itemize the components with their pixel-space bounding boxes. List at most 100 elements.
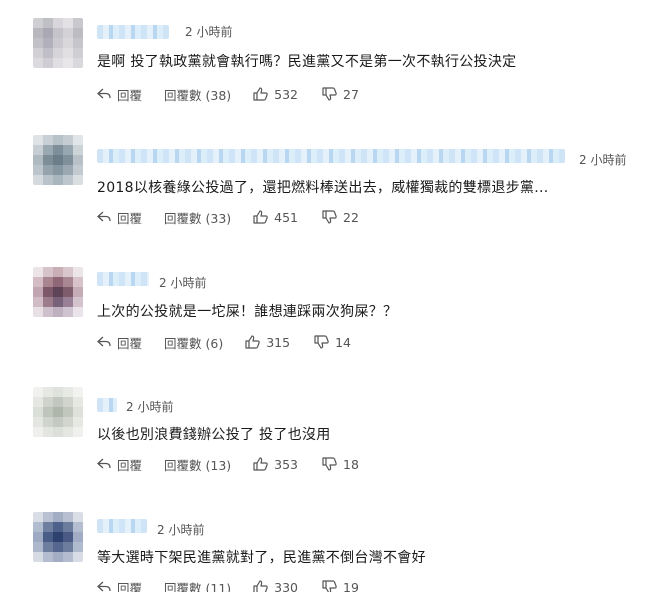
replies-count: 回覆數 (11) <box>164 580 232 592</box>
avatar-pixel <box>53 552 63 562</box>
avatar-pixel <box>43 427 53 437</box>
username-blurred[interactable] <box>97 272 149 286</box>
avatar-pixel <box>33 28 43 38</box>
view-replies-button[interactable]: 回覆數 (11) <box>164 578 231 592</box>
view-replies-button[interactable]: 回覆數 (6) <box>164 333 223 352</box>
avatar-pixel <box>43 28 53 38</box>
reply-button[interactable]: 回覆 <box>97 208 142 227</box>
reply-label: 回覆 <box>117 87 143 103</box>
avatar-pixel <box>33 427 43 437</box>
dislike-button[interactable]: 27 <box>322 87 359 102</box>
reply-button[interactable]: 回覆 <box>97 85 142 104</box>
avatar-pixel <box>53 512 63 522</box>
avatar-pixel <box>43 267 53 277</box>
username-blurred[interactable] <box>97 398 117 412</box>
avatar-pixel <box>53 297 63 307</box>
dislike-button[interactable]: 14 <box>314 335 351 350</box>
avatar-pixel <box>53 277 63 287</box>
view-replies-button[interactable]: 回覆數 (33) <box>164 208 231 227</box>
avatar-pixel <box>73 28 83 38</box>
avatar-pixel <box>43 417 53 427</box>
avatar-pixel <box>73 427 83 437</box>
avatar-pixel <box>73 135 83 145</box>
avatar-pixel <box>73 407 83 417</box>
avatar-pixel <box>43 165 53 175</box>
thumbs-down-icon <box>322 87 337 101</box>
avatar[interactable] <box>33 387 83 437</box>
view-replies-button[interactable]: 回覆數 (13) <box>164 455 231 474</box>
avatar-pixel <box>53 407 63 417</box>
avatar[interactable] <box>33 18 83 68</box>
username-blurred[interactable] <box>97 149 565 163</box>
like-button[interactable]: 330 <box>253 580 298 592</box>
reply-button[interactable]: 回覆 <box>97 333 142 352</box>
avatar-pixel <box>33 397 43 407</box>
avatar-pixel <box>43 297 53 307</box>
like-count: 330 <box>274 579 299 592</box>
avatar-pixel <box>53 165 63 175</box>
avatar-pixel <box>63 522 73 532</box>
dislike-button[interactable]: 18 <box>322 457 359 472</box>
avatar-pixel <box>33 542 43 552</box>
view-replies-button[interactable]: 回覆數 (38) <box>164 85 231 104</box>
avatar[interactable] <box>33 135 83 185</box>
avatar-pixel <box>33 387 43 397</box>
avatar-pixel <box>53 542 63 552</box>
avatar-pixel <box>33 58 43 68</box>
avatar-pixel <box>73 512 83 522</box>
avatar-pixel <box>53 287 63 297</box>
avatar[interactable] <box>33 267 83 317</box>
like-button[interactable]: 353 <box>253 457 298 472</box>
reply-label: 回覆 <box>117 457 143 473</box>
avatar-pixel <box>43 48 53 58</box>
avatar[interactable] <box>33 512 83 562</box>
avatar-pixel <box>43 135 53 145</box>
avatar-pixel <box>33 18 43 28</box>
avatar-pixel <box>33 267 43 277</box>
avatar-pixel <box>33 145 43 155</box>
avatar-pixel <box>43 38 53 48</box>
avatar-pixel <box>33 552 43 562</box>
avatar-pixel <box>43 18 53 28</box>
like-button[interactable]: 451 <box>253 210 298 225</box>
avatar-pixel <box>73 155 83 165</box>
avatar-pixel <box>43 512 53 522</box>
avatar-pixel <box>73 267 83 277</box>
reply-button[interactable]: 回覆 <box>97 455 142 474</box>
comment-timestamp: 2 小時前 <box>157 523 205 537</box>
avatar-pixel <box>33 407 43 417</box>
comment-actions: 回覆 回覆數 (11) 330 19 <box>97 577 359 592</box>
avatar-pixel <box>33 48 43 58</box>
avatar-pixel <box>73 307 83 317</box>
thumbs-up-icon <box>253 210 268 224</box>
comment-text: 是啊 投了執政黨就會執行嗎？民進黨又不是第一次不執行公投決定 <box>97 54 517 70</box>
reply-arrow-icon <box>97 336 111 348</box>
dislike-button[interactable]: 19 <box>322 580 359 592</box>
avatar-pixel <box>53 307 63 317</box>
avatar-pixel <box>63 58 73 68</box>
avatar-pixel <box>53 38 63 48</box>
avatar-pixel <box>73 532 83 542</box>
username-blurred[interactable] <box>97 25 169 39</box>
comment-text: 以後也別浪費錢辦公投了 投了也沒用 <box>97 427 331 443</box>
avatar-pixel <box>73 145 83 155</box>
avatar-pixel <box>43 552 53 562</box>
comment-timestamp: 2 小時前 <box>185 25 233 39</box>
username-blurred[interactable] <box>97 519 147 533</box>
avatar-pixel <box>73 48 83 58</box>
like-button[interactable]: 532 <box>253 87 298 102</box>
avatar-pixel <box>43 387 53 397</box>
comment-timestamp: 2 小時前 <box>126 400 174 414</box>
avatar-pixel <box>73 165 83 175</box>
dislike-button[interactable]: 22 <box>322 210 359 225</box>
avatar-pixel <box>63 175 73 185</box>
avatar-pixel <box>73 277 83 287</box>
reply-button[interactable]: 回覆 <box>97 578 142 592</box>
avatar-pixel <box>73 38 83 48</box>
comment-actions: 回覆 回覆數 (6) 315 14 <box>97 332 351 352</box>
like-count: 353 <box>274 456 299 472</box>
avatar-pixel <box>73 297 83 307</box>
avatar-pixel <box>53 387 63 397</box>
like-button[interactable]: 315 <box>245 335 290 350</box>
thumbs-down-icon <box>322 580 337 592</box>
